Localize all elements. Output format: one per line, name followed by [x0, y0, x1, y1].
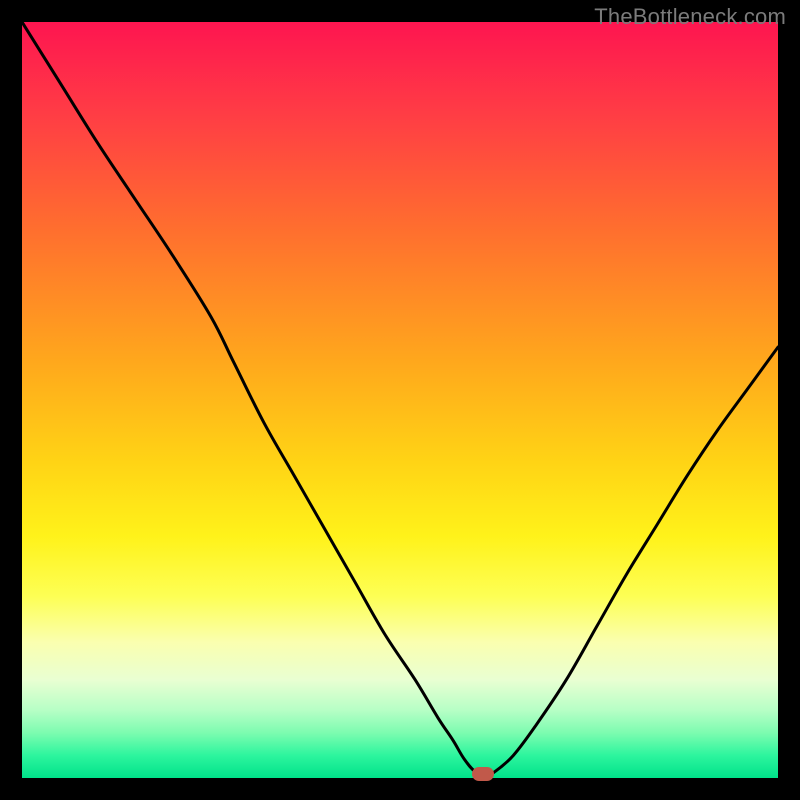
watermark-text: TheBottleneck.com	[594, 4, 786, 30]
optimum-marker	[472, 767, 494, 781]
chart-curve-layer	[22, 22, 778, 778]
bottleneck-curve-path	[22, 22, 778, 774]
